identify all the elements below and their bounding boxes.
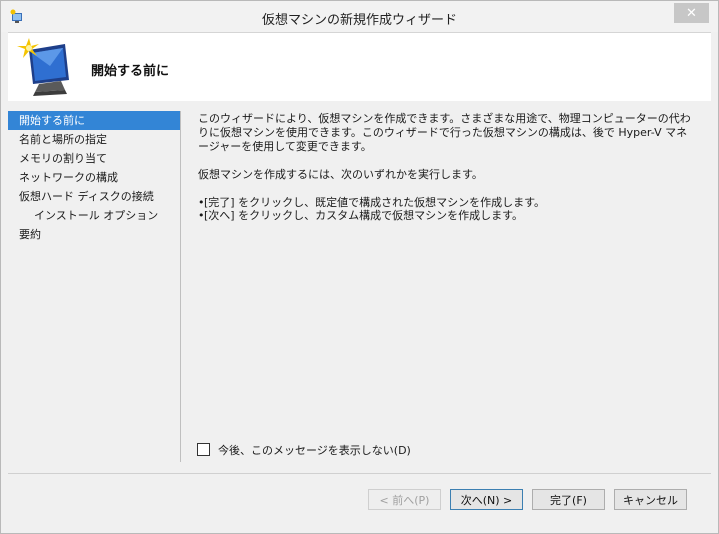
wizard-window: 仮想マシンの新規作成ウィザード ✕ 開始する前に 開始する前に 名前と場所の指定… [0,0,719,534]
nav-item-virtual-hard-disk[interactable]: 仮想ハード ディスクの接続 [8,187,180,206]
nav-item-summary[interactable]: 要約 [8,225,180,244]
wizard-body: 開始する前に 名前と場所の指定 メモリの割り当て ネットワークの構成 仮想ハード… [8,101,711,473]
wizard-header: 開始する前に [8,32,711,102]
content-pane: このウィザードにより、仮想マシンを作成できます。さまざまな用途で、物理コンピュー… [198,112,698,222]
list-item: [次へ] をクリックし、カスタム構成で仮想マシンを作成します。 [198,209,698,222]
close-button[interactable]: ✕ [674,3,709,23]
back-button[interactable]: < 前へ(P) [368,489,441,510]
nav-item-networking[interactable]: ネットワークの構成 [8,168,180,187]
title-bar: 仮想マシンの新規作成ウィザード ✕ [1,1,718,32]
instruction-paragraph: 仮想マシンを作成するには、次のいずれかを実行します。 [198,168,483,181]
nav-item-before-you-begin[interactable]: 開始する前に [8,111,180,130]
footer-divider [8,473,711,474]
virtual-machine-wizard-icon [17,38,69,96]
intro-paragraph: このウィザードにより、仮想マシンを作成できます。さまざまな用途で、物理コンピュー… [198,112,691,153]
cancel-button[interactable]: キャンセル [614,489,687,510]
list-item: [完了] をクリックし、既定値で構成された仮想マシンを作成します。 [198,196,698,209]
close-icon: ✕ [686,5,697,20]
finish-button[interactable]: 完了(F) [532,489,605,510]
next-button[interactable]: 次へ(N) > [450,489,523,510]
nav-item-installation-options[interactable]: インストール オプション [8,206,180,225]
dont-show-again-checkbox[interactable] [197,443,210,456]
dont-show-again-row[interactable]: 今後、このメッセージを表示しない(D) [197,442,411,457]
step-navigation: 開始する前に 名前と場所の指定 メモリの割り当て ネットワークの構成 仮想ハード… [8,111,180,244]
dont-show-again-label[interactable]: 今後、このメッセージを表示しない(D) [218,442,411,458]
window-title: 仮想マシンの新規作成ウィザード [261,13,457,28]
nav-item-name-location[interactable]: 名前と場所の指定 [8,130,180,149]
nav-divider [180,111,181,462]
nav-item-memory[interactable]: メモリの割り当て [8,149,180,168]
option-list: [完了] をクリックし、既定値で構成された仮想マシンを作成します。 [次へ] を… [198,196,698,222]
page-title: 開始する前に [91,64,170,79]
